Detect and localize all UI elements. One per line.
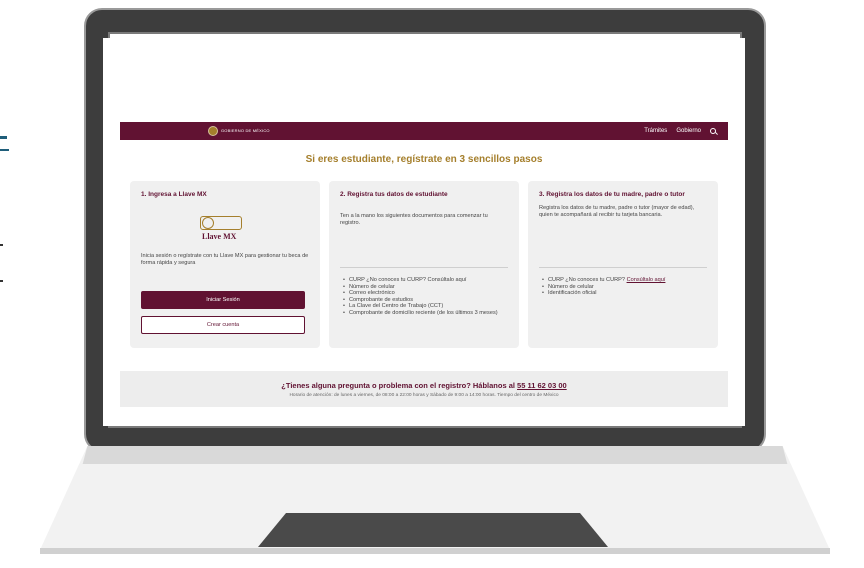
list-item: CURP ¿No conoces tu CURP? Consúltalo aqu… bbox=[343, 277, 513, 284]
list-item: Número de celular bbox=[542, 284, 712, 291]
illustration-stage: GOBIERNO DE MÉXICO Trámites Gobierno Si … bbox=[0, 0, 864, 568]
step2-doc-list: CURP ¿No conoces tu CURP? Consúltalo aqu… bbox=[343, 277, 513, 317]
step3-divider bbox=[539, 267, 707, 268]
edge-mark-dot bbox=[0, 244, 3, 246]
step3-title: 3. Registra los datos de tu madre, padre… bbox=[539, 191, 685, 198]
step1-card: 1. Ingresa a Llave MX Llave MX Inicia se… bbox=[130, 181, 320, 348]
contact-question: ¿Tienes alguna pregunta o problema con e… bbox=[120, 381, 728, 390]
llave-mx-logo: Llave MX bbox=[200, 216, 250, 246]
curp-text: CURP ¿No conoces tu CURP? bbox=[548, 277, 627, 283]
key-head-icon bbox=[202, 217, 214, 229]
list-item: Identificación oficial bbox=[542, 290, 712, 297]
edge-mark-dot-2 bbox=[0, 280, 3, 282]
list-item: Comprobante de estudios bbox=[343, 297, 513, 304]
nav-link-tramites[interactable]: Trámites bbox=[644, 128, 667, 134]
curp-link[interactable]: Consúltalo aquí bbox=[627, 277, 666, 283]
page-headline: Si eres estudiante, regístrate en 3 senc… bbox=[305, 154, 543, 165]
step2-title: 2. Registra tus datos de estudiante bbox=[340, 191, 448, 198]
edge-mark-top bbox=[0, 136, 7, 139]
gob-logo-text: GOBIERNO DE MÉXICO bbox=[221, 128, 270, 133]
laptop-hinge bbox=[82, 446, 788, 464]
step1-title: 1. Ingresa a Llave MX bbox=[141, 191, 207, 198]
step3-card: 3. Registra los datos de tu madre, padre… bbox=[528, 181, 718, 348]
nav-link-gobierno[interactable]: Gobierno bbox=[676, 128, 701, 134]
llave-mx-logo-text: Llave MX bbox=[202, 232, 237, 241]
laptop-screen: GOBIERNO DE MÉXICO Trámites Gobierno Si … bbox=[103, 38, 745, 426]
search-icon[interactable] bbox=[710, 128, 716, 134]
laptop-base-foot bbox=[40, 548, 830, 554]
step3-description: Registra los datos de tu madre, padre o … bbox=[539, 205, 695, 218]
step2-divider bbox=[340, 267, 508, 268]
contact-question-text: ¿Tienes alguna pregunta o problema con e… bbox=[281, 381, 518, 390]
login-button[interactable]: Iniciar Sesión bbox=[141, 291, 305, 309]
step2-description: Ten a la mano los siguientes documentos … bbox=[340, 213, 488, 226]
laptop-trackpad bbox=[258, 513, 608, 547]
step1-description: Inicia sesión o regístrate con tu Llave … bbox=[141, 253, 309, 266]
phone-link[interactable]: 55 11 62 03 00 bbox=[517, 381, 567, 390]
gob-logo[interactable]: GOBIERNO DE MÉXICO bbox=[208, 126, 270, 136]
list-item: CURP ¿No conoces tu CURP? Consúltalo aqu… bbox=[542, 277, 712, 284]
edge-mark-bar bbox=[0, 149, 9, 151]
create-account-button[interactable]: Crear cuenta bbox=[141, 316, 305, 334]
nav-links: Trámites Gobierno bbox=[644, 128, 716, 134]
step3-doc-list: CURP ¿No conoces tu CURP? Consúltalo aqu… bbox=[542, 277, 712, 297]
list-item: Número de celular bbox=[343, 284, 513, 291]
contact-hours: Horario de atención: de lunes a viernes,… bbox=[289, 393, 559, 398]
step2-card: 2. Registra tus datos de estudiante Ten … bbox=[329, 181, 519, 348]
seal-icon bbox=[208, 126, 218, 136]
list-item: La Clave del Centro de Trabajo (CCT) bbox=[343, 303, 513, 310]
contact-strip: ¿Tienes alguna pregunta o problema con e… bbox=[120, 371, 728, 407]
list-item: Correo electrónico bbox=[343, 290, 513, 297]
site-navbar: GOBIERNO DE MÉXICO Trámites Gobierno bbox=[120, 122, 728, 140]
list-item: Comprobante de domicilio reciente (de lo… bbox=[343, 310, 513, 317]
